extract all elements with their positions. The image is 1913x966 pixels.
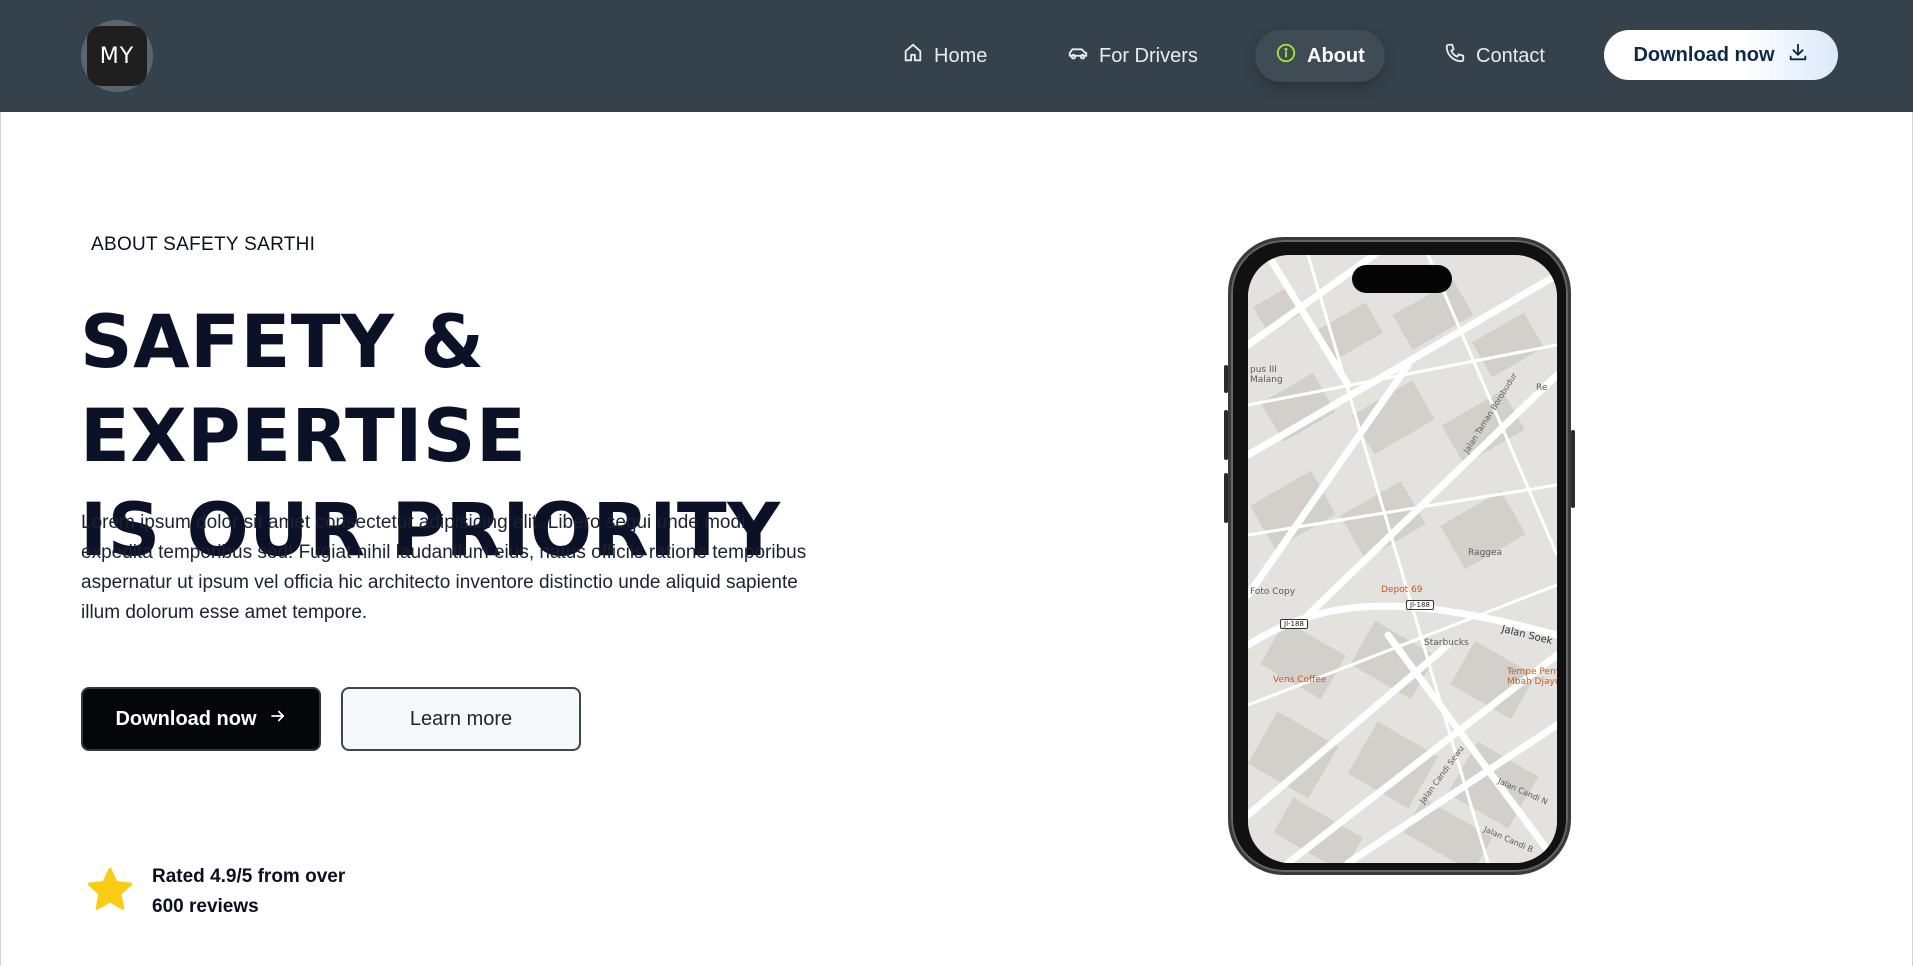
road-badge: Jl-188 [1406, 600, 1434, 610]
road-badge: Jl-188 [1280, 619, 1308, 629]
headline-line-1: SAFETY & EXPERTISE [80, 300, 527, 479]
map-background [1248, 255, 1557, 863]
logo[interactable]: MY [81, 20, 153, 92]
phone-notch [1352, 265, 1452, 293]
rating-text: Rated 4.9/5 from over 600 reviews [152, 862, 345, 922]
phone-mockup: pus III Malang Re Jalan Taman Borobudur … [1224, 237, 1575, 875]
phone-side-button [1224, 410, 1228, 460]
phone-side-button [1571, 430, 1575, 508]
hero-description: Lorem ipsum dolor sit amet consectetur a… [81, 512, 807, 623]
info-icon [1275, 42, 1297, 70]
map-label: Starbucks [1424, 638, 1469, 648]
nav-download-label: Download now [1633, 43, 1775, 66]
map-label: Depot 69 [1381, 585, 1423, 595]
map-label: Tempe Peny Mbah Djayu [1507, 667, 1557, 687]
car-icon [1067, 42, 1089, 70]
nav-item-home[interactable]: Home [882, 30, 1007, 82]
phone-side-button [1224, 365, 1228, 393]
navbar: MY Home For Drivers About Contact Downlo… [0, 0, 1913, 112]
star-icon [84, 864, 136, 921]
rating: Rated 4.9/5 from over 600 reviews [84, 862, 345, 922]
map-screen[interactable]: pus III Malang Re Jalan Taman Borobudur … [1248, 255, 1557, 863]
rating-line-1: Rated 4.9/5 from over [152, 866, 346, 887]
phone-icon [1444, 42, 1466, 70]
home-icon [902, 42, 924, 70]
logo-text: MY [87, 26, 147, 86]
nav-download-button[interactable]: Download now [1604, 30, 1838, 80]
phone-side-button [1224, 473, 1228, 523]
eyebrow: ABOUT SAFETY SARTHI [91, 234, 316, 255]
rating-line-2: 600 reviews [152, 896, 259, 917]
learn-more-label: Learn more [409, 707, 513, 730]
nav-item-label: Contact [1476, 44, 1545, 67]
nav-item-about[interactable]: About [1255, 30, 1385, 82]
nav-item-label: For Drivers [1099, 44, 1198, 67]
learn-more-button[interactable]: Learn more [341, 687, 581, 751]
download-button[interactable]: Download now [81, 687, 321, 751]
nav-item-for-drivers[interactable]: For Drivers [1047, 30, 1218, 82]
map-label: Re [1536, 383, 1548, 393]
map-label: Foto Copy [1250, 587, 1296, 597]
arrow-right-icon [269, 707, 287, 731]
download-icon [1787, 41, 1809, 69]
nav-item-contact[interactable]: Contact [1424, 30, 1565, 82]
map-label: pus III Malang [1250, 365, 1283, 385]
nav-item-label: About [1307, 44, 1365, 67]
map-label: Vens Coffee [1273, 675, 1327, 685]
nav-item-label: Home [934, 44, 988, 67]
map-label: Raggea [1468, 548, 1503, 558]
download-button-label: Download now [115, 707, 257, 730]
